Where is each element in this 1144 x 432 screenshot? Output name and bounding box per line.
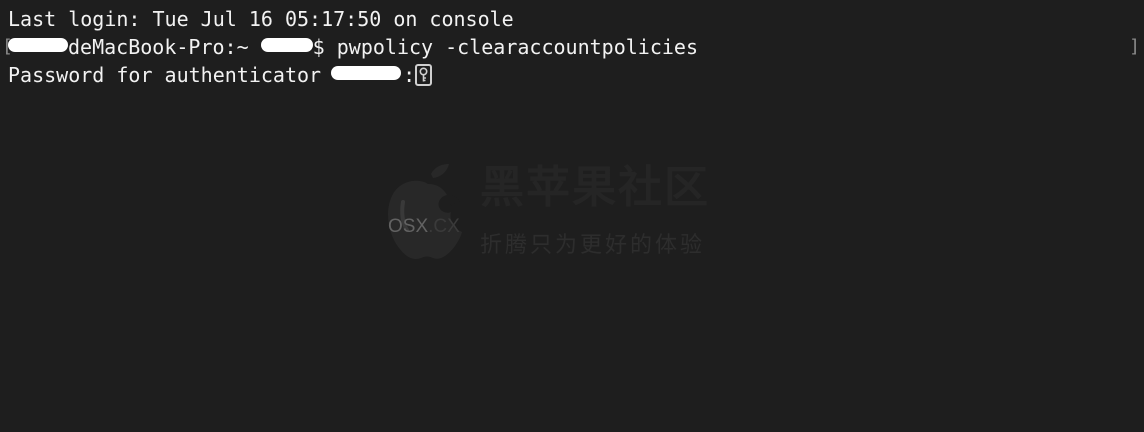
terminal-window[interactable]: Last login: Tue Jul 16 05:17:50 on conso… <box>0 0 1144 432</box>
logo-text: OSX.CX <box>388 213 460 241</box>
watermark-title: 黑苹果社区 <box>480 162 710 213</box>
redacted-username <box>8 38 68 52</box>
prompt-host: deMacBook-Pro:~ <box>68 35 249 59</box>
last-login-line: Last login: Tue Jul 16 05:17:50 on conso… <box>8 5 1124 33</box>
last-login-text: Last login: Tue Jul 16 05:17:50 on conso… <box>8 7 514 31</box>
password-prompt-line[interactable]: Password for authenticator: <box>8 61 1124 89</box>
key-icon[interactable] <box>415 64 433 86</box>
password-prompt-text: Password for authenticator <box>8 63 322 87</box>
watermark: OSX.CX 黑苹果社区 折腾只为更好的体验 <box>383 162 743 262</box>
logo-text-tld: .CX <box>428 216 460 237</box>
bitten-apple-logo-icon <box>388 164 462 259</box>
line-marker-left: [ <box>2 36 13 57</box>
password-prompt-colon: : <box>403 63 416 87</box>
watermark-subtitle: 折腾只为更好的体验 <box>480 233 706 258</box>
logo-text-main: OSX <box>388 216 429 237</box>
command-line: [ deMacBook-Pro:~ $ pwpolicy -clearaccoun… <box>2 33 1124 61</box>
redacted-authenticator <box>331 66 402 80</box>
line-marker-right: ] <box>1129 36 1140 57</box>
redacted-user-dir <box>260 38 313 52</box>
terminal-output: Last login: Tue Jul 16 05:17:50 on conso… <box>2 5 1124 89</box>
prompt-command: $ pwpolicy -clearaccountpolicies <box>312 35 698 59</box>
